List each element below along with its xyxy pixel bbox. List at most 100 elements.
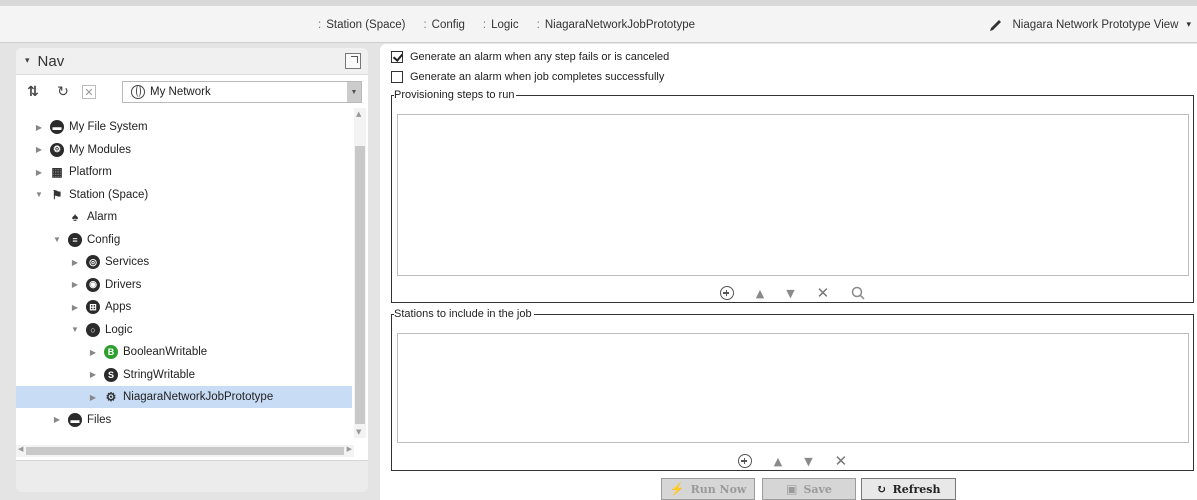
tree-node[interactable]: ▶ ▬ Files — [16, 409, 111, 431]
scroll-up-icon[interactable]: ▲ — [356, 110, 361, 118]
tree-node-label: My File System — [69, 121, 148, 133]
tree-node-label: Alarm — [87, 211, 118, 223]
chevron-down-icon: ▾ — [1186, 19, 1191, 29]
breadcrumb-item-station[interactable]: : Station (Space) — [318, 19, 405, 31]
globe-icon — [131, 85, 145, 99]
breadcrumb-label: Config — [431, 18, 465, 31]
save-icon: ▣ — [786, 482, 798, 496]
add-station-icon[interactable] — [737, 454, 752, 468]
scroll-right-icon[interactable]: ▶ — [347, 445, 352, 453]
files-icon: ▬ — [68, 412, 82, 427]
scrollbar-thumb[interactable] — [355, 146, 365, 424]
collapsed-twisty-icon[interactable]: ▶ — [88, 393, 98, 402]
nav-tree: ▶ ▬ My File System ▶ ⚙ My Modules ▶ ▦ Platform ▼ ⚑… — [16, 116, 354, 441]
tree-node[interactable]: ▶ ⚙ NiagaraNetworkJobPrototype — [16, 386, 352, 408]
collapsed-twisty-icon[interactable]: ▶ — [34, 145, 44, 154]
view-selector[interactable]: Niagara Network Prototype View ▾ — [988, 6, 1191, 43]
run-now-button[interactable]: ⚡ Run Now — [661, 478, 755, 500]
modules-icon: ⚙ — [50, 142, 64, 157]
add-step-icon[interactable] — [719, 286, 734, 300]
tree-node[interactable]: ▼ ⚑ Station (Space) — [16, 184, 148, 206]
collapsed-twisty-icon[interactable]: ▶ — [70, 303, 80, 312]
collapsed-twisty-icon[interactable]: ▶ — [88, 348, 98, 357]
tree-node[interactable]: ♠ Alarm — [16, 206, 117, 228]
breadcrumb-item-logic[interactable]: : Logic — [483, 19, 519, 31]
close-icon[interactable]: ✕ — [82, 85, 96, 99]
scroll-left-icon[interactable]: ◀ — [18, 445, 23, 453]
collapsed-twisty-icon[interactable]: ▶ — [70, 258, 80, 267]
tree-node[interactable]: ▶ ◉ Drivers — [16, 274, 141, 296]
expanded-twisty-icon[interactable]: ▼ — [70, 325, 80, 334]
breadcrumb-item-job-prototype[interactable]: : NiagaraNetworkJobPrototype — [537, 19, 695, 31]
collapsed-twisty-icon[interactable]: ▶ — [70, 280, 80, 289]
breadcrumb-label: Station (Space) — [326, 18, 406, 31]
expanded-twisty-icon[interactable]: ▼ — [34, 190, 44, 199]
tree-node[interactable]: ▶ ⊞ Apps — [16, 296, 131, 318]
collapsed-twisty-icon[interactable]: ▶ — [88, 370, 98, 379]
nav-footer — [16, 460, 368, 492]
tree-node-label: Drivers — [105, 278, 142, 291]
breadcrumb-separator: : — [482, 18, 487, 31]
alarm-on-success-label: Generate an alarm when job completes suc… — [410, 71, 665, 83]
tree-node-label: Files — [87, 413, 112, 426]
move-down-icon[interactable]: ▼ — [786, 287, 794, 300]
tree-node-label: Apps — [105, 301, 132, 313]
remove-step-icon[interactable]: ✕ — [817, 284, 830, 302]
tree-node[interactable]: ▶ ▦ Platform — [16, 161, 112, 183]
alarm-on-success-checkbox[interactable] — [391, 71, 403, 83]
refresh-button[interactable]: ↻ Refresh — [861, 478, 956, 500]
chevron-down-icon[interactable]: ▼ — [347, 82, 361, 102]
job-prototype-icon: ⚙ — [105, 390, 117, 404]
provisioning-steps-toolbar: ▲ ▼ ✕ — [392, 280, 1193, 306]
station-icon: ⚑ — [51, 187, 63, 202]
move-up-icon[interactable]: ▲ — [756, 287, 764, 300]
save-button[interactable]: ▣ Save — [762, 478, 856, 500]
tree-node[interactable]: ▶ B BooleanWritable — [16, 341, 207, 363]
maximize-icon[interactable] — [345, 53, 361, 69]
remove-station-icon[interactable]: ✕ — [835, 452, 848, 470]
breadcrumb-label: Logic — [491, 18, 519, 31]
horizontal-scrollbar[interactable]: ◀ ▶ — [16, 445, 354, 457]
action-buttons: ⚡ Run Now ▣ Save ↻ Refresh — [380, 478, 1197, 500]
collapsed-twisty-icon[interactable]: ▶ — [34, 123, 44, 132]
scrollbar-thumb[interactable] — [26, 447, 344, 455]
alarm-on-failure-option[interactable]: Generate an alarm when any step fails or… — [391, 48, 669, 66]
lightning-icon: ⚡ — [669, 482, 685, 496]
expanded-twisty-icon[interactable]: ▼ — [52, 235, 62, 244]
pencil-icon — [990, 19, 1002, 31]
stations-toolbar: ▲ ▼ ✕ — [392, 448, 1193, 474]
move-up-icon[interactable]: ▲ — [774, 455, 782, 468]
sort-arrows-icon[interactable]: ⇅ — [22, 81, 44, 103]
top-bar: : Station (Space) : Config : Logic : Niagara… — [0, 0, 1197, 43]
logic-icon: ○ — [86, 322, 100, 337]
alarm-on-success-option[interactable]: Generate an alarm when job completes suc… — [391, 68, 664, 86]
stations-list[interactable] — [397, 333, 1189, 443]
move-down-icon[interactable]: ▼ — [804, 455, 812, 468]
run-now-label: Run Now — [690, 482, 747, 496]
tree-node[interactable]: ▶ ▬ My File System — [16, 116, 148, 138]
tree-node-label: Station (Space) — [69, 188, 149, 201]
tree-node[interactable]: ▶ ⚙ My Modules — [16, 139, 131, 161]
provisioning-steps-list[interactable] — [397, 114, 1189, 276]
vertical-scrollbar[interactable]: ▲ ▼ — [354, 108, 366, 438]
breadcrumb-item-config[interactable]: : Config — [423, 19, 464, 31]
refresh-icon[interactable]: ↻ — [52, 81, 74, 103]
tree-node[interactable]: ▼ ○ Logic — [16, 319, 133, 341]
job-prototype-view: Generate an alarm when any step fails or… — [380, 44, 1197, 500]
collapsed-twisty-icon[interactable]: ▶ — [34, 168, 44, 177]
scroll-down-icon[interactable]: ▼ — [356, 428, 361, 436]
network-selector[interactable]: My Network ▼ — [122, 81, 362, 103]
config-icon: ≡ — [68, 232, 82, 247]
alarm-on-failure-label: Generate an alarm when any step fails or… — [410, 51, 670, 63]
provisioning-steps-group: Provisioning steps to run ▲ ▼ ✕ — [391, 89, 1194, 303]
alarm-on-failure-checkbox[interactable] — [391, 51, 403, 63]
stations-legend: Stations to include in the job — [394, 308, 532, 320]
collapse-caret-icon[interactable]: ▾ — [25, 56, 30, 66]
search-icon[interactable] — [851, 286, 865, 300]
breadcrumb-label: NiagaraNetworkJobPrototype — [544, 18, 696, 31]
tree-node[interactable]: ▶ S StringWritable — [16, 364, 195, 386]
collapsed-twisty-icon[interactable]: ▶ — [52, 415, 62, 424]
tree-node[interactable]: ▶ ◎ Services — [16, 251, 149, 273]
nav-header: ▾ Nav — [16, 48, 368, 75]
tree-node[interactable]: ▼ ≡ Config — [16, 229, 120, 251]
